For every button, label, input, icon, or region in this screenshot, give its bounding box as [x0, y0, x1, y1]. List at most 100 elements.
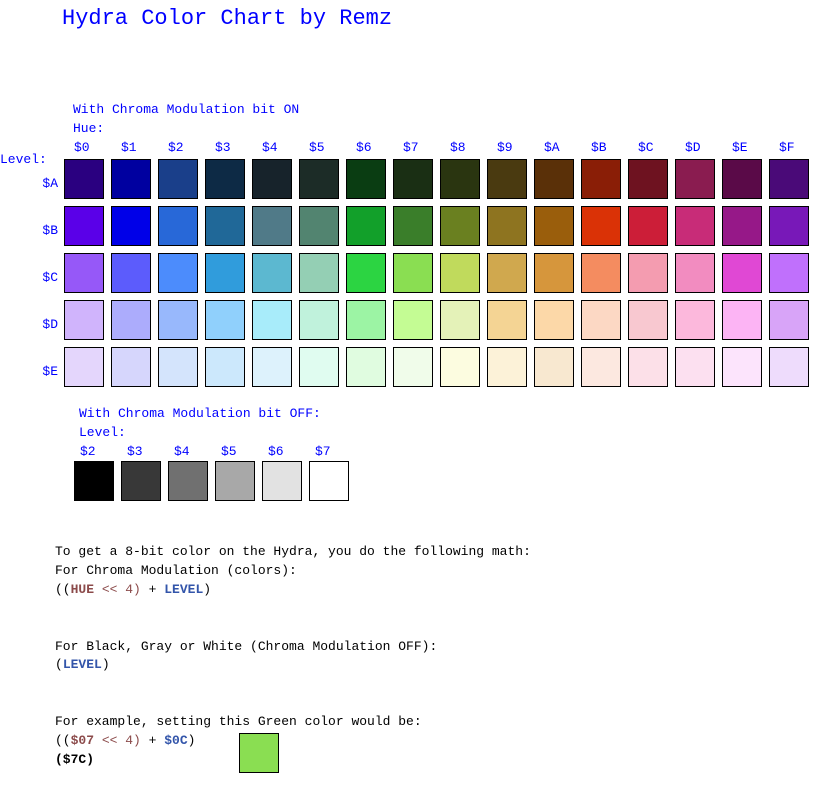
hue-header-7: $7: [403, 140, 419, 155]
gray-swatch: [262, 461, 302, 501]
example-close: ): [187, 733, 196, 748]
color-swatch: [252, 300, 292, 340]
color-swatch: [675, 253, 715, 293]
gray-swatch: [215, 461, 255, 501]
color-swatch: [299, 347, 339, 387]
color-swatch: [769, 206, 809, 246]
color-swatch: [64, 159, 104, 199]
gray-level-label-4: $6: [268, 444, 284, 459]
color-swatch: [675, 347, 715, 387]
color-swatch: [111, 300, 151, 340]
color-swatch: [158, 300, 198, 340]
chroma-off-heading: With Chroma Modulation bit OFF:: [79, 406, 321, 421]
hue-header-15: $F: [779, 140, 795, 155]
color-swatch: [581, 253, 621, 293]
color-swatch: [299, 253, 339, 293]
level-label: Level:: [0, 152, 47, 167]
color-swatch: [675, 206, 715, 246]
example-hue: $07: [70, 733, 95, 748]
hue-header-14: $E: [732, 140, 748, 155]
color-swatch: [205, 206, 245, 246]
color-swatch: [534, 347, 574, 387]
color-swatch: [628, 300, 668, 340]
formula-close: ): [203, 582, 212, 597]
explanation-line-4: For example, setting this Green color wo…: [55, 714, 422, 729]
formula-gray: (LEVEL): [55, 657, 110, 673]
hue-header-13: $D: [685, 140, 701, 155]
gray-level-label-5: $7: [315, 444, 331, 459]
hue-header-4: $4: [262, 140, 278, 155]
gray-swatch: [74, 461, 114, 501]
color-swatch: [111, 253, 151, 293]
color-swatch: [346, 253, 386, 293]
level-row-label-0: $A: [42, 176, 58, 191]
color-swatch: [534, 253, 574, 293]
level-row-label-1: $B: [42, 223, 58, 238]
color-swatch: [440, 253, 480, 293]
explanation-line-2: For Chroma Modulation (colors):: [55, 563, 297, 578]
color-swatch: [722, 347, 762, 387]
page-title: Hydra Color Chart by Remz: [62, 6, 393, 31]
color-swatch: [581, 300, 621, 340]
formula-chroma: ((HUE << 4) + LEVEL): [55, 582, 211, 598]
level-row-label-4: $E: [42, 364, 58, 379]
color-swatch: [158, 206, 198, 246]
formula-open: ((: [55, 582, 71, 597]
chroma-off-level-label: Level:: [79, 425, 126, 440]
hue-header-2: $2: [168, 140, 184, 155]
example-formula: (($07 << 4) + $0C): [55, 733, 195, 749]
color-swatch: [64, 253, 104, 293]
color-swatch: [487, 347, 527, 387]
color-swatch: [722, 159, 762, 199]
formula2-level: LEVEL: [62, 657, 102, 672]
color-swatch: [158, 347, 198, 387]
color-swatch: [440, 206, 480, 246]
gray-level-label-1: $3: [127, 444, 143, 459]
hue-header-1: $1: [121, 140, 137, 155]
gray-level-label-2: $4: [174, 444, 190, 459]
color-swatch: [534, 159, 574, 199]
color-swatch: [675, 300, 715, 340]
color-swatch: [111, 159, 151, 199]
color-swatch: [534, 206, 574, 246]
color-swatch: [346, 347, 386, 387]
hue-header-12: $C: [638, 140, 654, 155]
hue-header-6: $6: [356, 140, 372, 155]
formula-plus: +: [140, 582, 165, 597]
color-swatch: [628, 253, 668, 293]
color-swatch: [487, 253, 527, 293]
hue-header-9: $9: [497, 140, 513, 155]
color-swatch: [299, 206, 339, 246]
color-swatch: [299, 159, 339, 199]
hue-label: Hue:: [73, 121, 105, 136]
gray-swatch: [168, 461, 208, 501]
color-swatch: [64, 300, 104, 340]
hue-header-0: $0: [74, 140, 90, 155]
formula-shift: << 4): [94, 582, 141, 597]
example-open: ((: [55, 733, 71, 748]
color-swatch: [487, 300, 527, 340]
gray-level-label-3: $5: [221, 444, 237, 459]
color-swatch: [769, 300, 809, 340]
color-swatch: [769, 159, 809, 199]
color-swatch: [111, 206, 151, 246]
example-green-swatch: [239, 733, 279, 773]
gray-level-label-0: $2: [80, 444, 96, 459]
color-swatch: [393, 300, 433, 340]
color-swatch: [393, 347, 433, 387]
example-level: $0C: [164, 733, 188, 748]
color-swatch: [581, 347, 621, 387]
gray-swatch: [121, 461, 161, 501]
color-swatch: [487, 159, 527, 199]
formula2-open: (: [55, 657, 63, 672]
color-swatch: [252, 253, 292, 293]
color-swatch: [581, 206, 621, 246]
hue-header-11: $B: [591, 140, 607, 155]
hue-header-5: $5: [309, 140, 325, 155]
formula2-close: ): [101, 657, 110, 672]
color-swatch: [769, 253, 809, 293]
example-result: ($7C): [55, 752, 95, 767]
color-swatch: [628, 347, 668, 387]
color-swatch: [722, 300, 762, 340]
hue-header-8: $8: [450, 140, 466, 155]
